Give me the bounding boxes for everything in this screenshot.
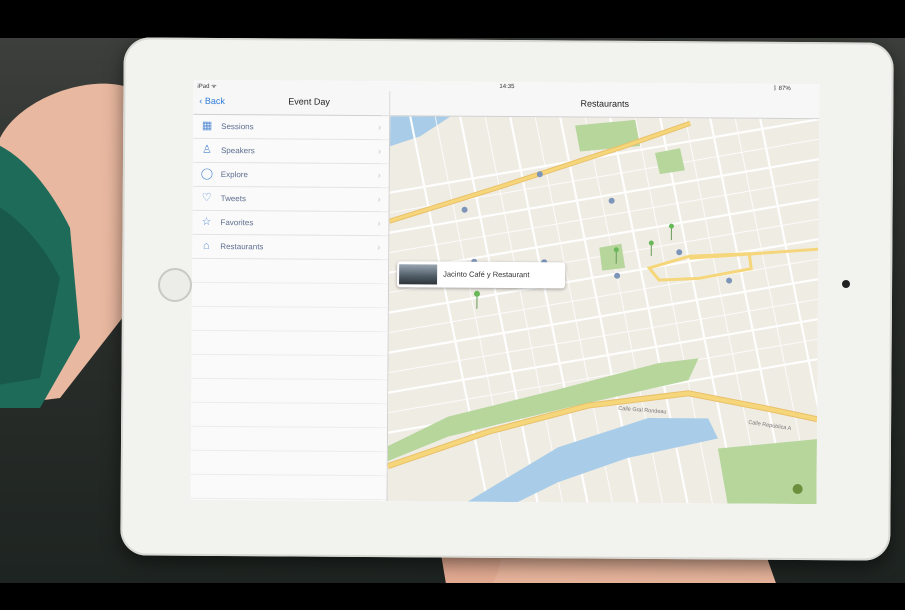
- screen: iPad ᯤ 14:35 ᛒ 87% ‹ Back Event Day ▦ Se…: [190, 79, 820, 505]
- empty-row: [191, 330, 388, 357]
- master-navbar: ‹ Back Event Day: [193, 89, 390, 117]
- callout-title: Jacinto Café y Restaurant: [443, 269, 530, 280]
- carrier-label: iPad ᯤ: [197, 83, 217, 90]
- letterbox-top: [0, 0, 905, 38]
- menu-list: ▦ Sessions › ♙ Speakers › ◯ Explore › ♡ …: [190, 114, 390, 501]
- menu-item-speakers[interactable]: ♙ Speakers ›: [192, 138, 390, 165]
- grid-icon: ▦: [201, 119, 213, 132]
- empty-row: [191, 282, 389, 309]
- menu-item-label: Favorites: [220, 218, 254, 228]
- menu-item-label: Sessions: [221, 122, 254, 132]
- empty-row: [191, 402, 388, 429]
- chevron-right-icon: ›: [377, 194, 381, 205]
- park-area: [599, 243, 626, 271]
- restaurant-thumbnail: [399, 264, 438, 285]
- compass-icon: ◯: [200, 167, 214, 180]
- chevron-right-icon: ›: [378, 122, 382, 133]
- menu-item-restaurants[interactable]: ⌂ Restaurants ›: [192, 234, 389, 261]
- back-button[interactable]: ‹ Back: [199, 96, 225, 106]
- chevron-right-icon: ›: [377, 218, 381, 229]
- menu-item-label: Speakers: [220, 146, 255, 156]
- empty-row: [191, 378, 388, 405]
- menu-item-tweets[interactable]: ♡ Tweets ›: [192, 186, 389, 213]
- master-title: Event Day: [288, 96, 330, 107]
- empty-row: [192, 258, 389, 285]
- menu-item-label: Explore: [220, 170, 248, 180]
- empty-row: [191, 306, 388, 333]
- bird-icon: ♡: [201, 191, 212, 204]
- battery-label: ᛒ 87%: [773, 85, 791, 92]
- menu-item-label: Restaurants: [220, 242, 264, 252]
- clock: 14:35: [499, 83, 515, 91]
- person-icon: ♙: [202, 143, 212, 156]
- back-label: Back: [204, 95, 225, 107]
- chevron-right-icon: ›: [377, 242, 381, 253]
- camera: [842, 280, 850, 288]
- menu-item-explore[interactable]: ◯ Explore ›: [192, 162, 389, 189]
- park-area: [717, 439, 817, 505]
- detail-title: Restaurants: [580, 98, 630, 109]
- detail-panel: Restaurants Calle Gral Rondeau Calle Rep…: [387, 91, 820, 505]
- chevron-right-icon: ›: [377, 146, 382, 157]
- detail-navbar: Restaurants: [390, 91, 820, 120]
- location-icon[interactable]: [792, 484, 803, 495]
- letterbox-bottom: [0, 583, 905, 610]
- map-callout[interactable]: Jacinto Café y Restaurant: [397, 261, 566, 289]
- star-icon: ☆: [201, 215, 212, 228]
- master-panel: ‹ Back Event Day ▦ Sessions › ♙ Speakers…: [190, 89, 391, 502]
- menu-item-favorites[interactable]: ☆ Favorites ›: [192, 210, 389, 237]
- chevron-left-icon: ‹: [199, 95, 203, 106]
- empty-row: [190, 474, 387, 501]
- fork-icon: ⌂: [202, 239, 210, 252]
- map-view[interactable]: Calle Gral Rondeau Calle República A: [387, 116, 820, 505]
- home-button[interactable]: [158, 268, 192, 302]
- empty-row: [190, 426, 388, 453]
- menu-item-sessions[interactable]: ▦ Sessions ›: [193, 114, 390, 141]
- empty-row: [190, 450, 387, 477]
- empty-row: [191, 354, 388, 381]
- chevron-right-icon: ›: [377, 170, 381, 181]
- menu-item-label: Tweets: [220, 194, 247, 204]
